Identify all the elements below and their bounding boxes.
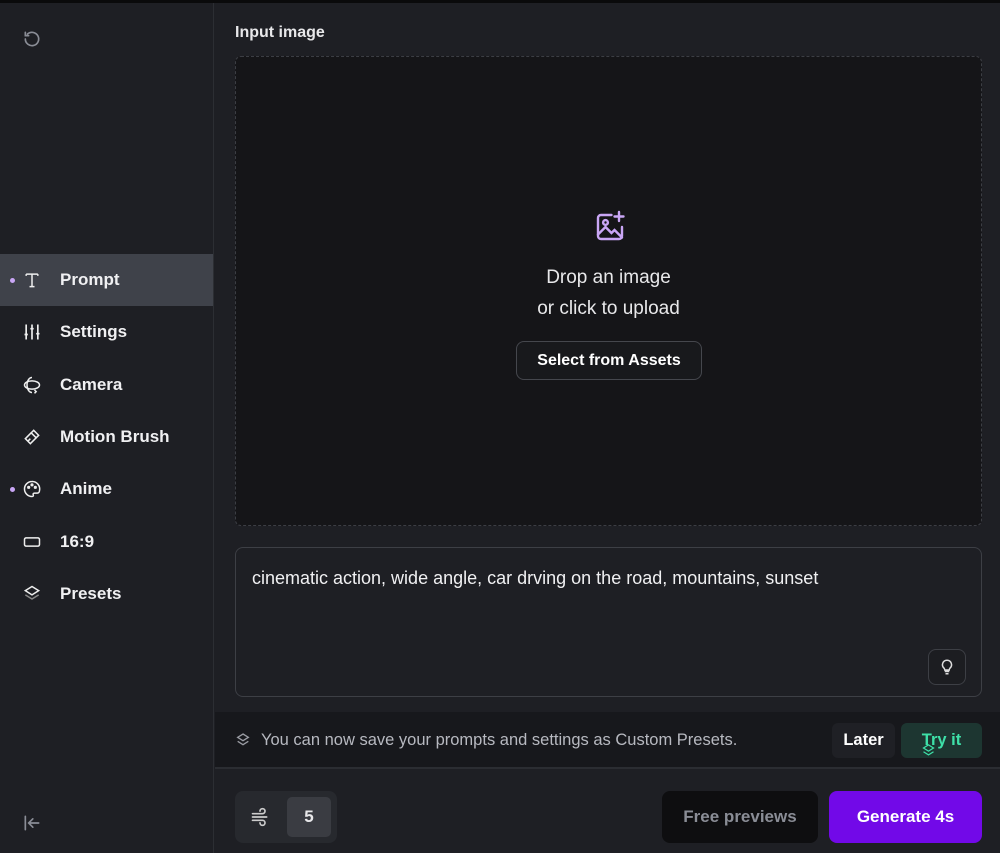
prompt-ideas-button[interactable] (928, 649, 966, 685)
sidebar-item-label: Motion Brush (60, 427, 170, 447)
sidebar-item-label: Prompt (60, 270, 120, 290)
count-value[interactable]: 5 (287, 797, 331, 837)
upload-text: or click to upload (537, 298, 680, 319)
sliders-icon (24, 324, 40, 340)
prompt-input[interactable] (252, 568, 952, 648)
sidebar-item-camera[interactable]: Camera (0, 359, 213, 411)
banner-message: You can now save your prompts and settin… (261, 731, 738, 749)
layers-icon (23, 585, 41, 600)
try-it-button[interactable]: Try it (901, 723, 982, 758)
collapse-sidebar-icon[interactable] (22, 813, 42, 833)
active-dot (10, 486, 15, 492)
layers-icon (236, 733, 250, 746)
prompt-box (235, 547, 982, 697)
section-title: Input image (235, 24, 325, 41)
sidebar-item-label: 16:9 (60, 531, 95, 551)
sidebar-item-settings[interactable]: Settings (0, 306, 213, 358)
drop-text: Drop an image (546, 267, 671, 288)
sidebar-item-label: Presets (60, 583, 122, 603)
aspect-ratio-icon (23, 536, 41, 547)
main-panel: Input image Drop an image or click to up… (215, 3, 1000, 853)
layers-icon (922, 744, 935, 756)
camera-orbit-icon (23, 376, 41, 394)
generate-button[interactable]: Generate 4s (829, 791, 982, 843)
palette-icon (23, 481, 41, 498)
image-dropzone[interactable]: Drop an image or click to upload Select … (235, 56, 982, 526)
sidebar-item-prompt[interactable]: Prompt (0, 254, 213, 307)
sidebar-item-presets[interactable]: Presets (0, 568, 213, 620)
free-previews-button[interactable]: Free previews (662, 791, 818, 843)
select-from-assets-button[interactable]: Select from Assets (516, 341, 702, 380)
generation-count-control: 5 (235, 791, 337, 843)
sidebar-item-motion-brush[interactable]: Motion Brush (0, 411, 213, 463)
sidebar-item-label: Anime (60, 479, 112, 499)
wind-icon (251, 807, 268, 827)
sidebar-item-anime[interactable]: Anime (0, 463, 213, 515)
active-dot (10, 277, 15, 283)
sidebar-nav: Prompt Settings Camera Motion Brush Anim… (0, 254, 213, 620)
later-button[interactable]: Later (832, 723, 895, 758)
sidebar-item-label: Settings (60, 322, 128, 342)
brush-icon (24, 429, 40, 445)
undo-icon[interactable] (22, 29, 42, 49)
sidebar-item-label: Camera (60, 374, 123, 394)
sidebar-item-aspect-ratio[interactable]: 16:9 (0, 515, 213, 567)
image-add-icon (596, 210, 625, 241)
sidebar: Prompt Settings Camera Motion Brush Anim… (0, 3, 214, 853)
presets-banner: You can now save your prompts and settin… (215, 712, 1000, 769)
text-icon (25, 273, 39, 288)
lightbulb-icon (941, 659, 953, 675)
